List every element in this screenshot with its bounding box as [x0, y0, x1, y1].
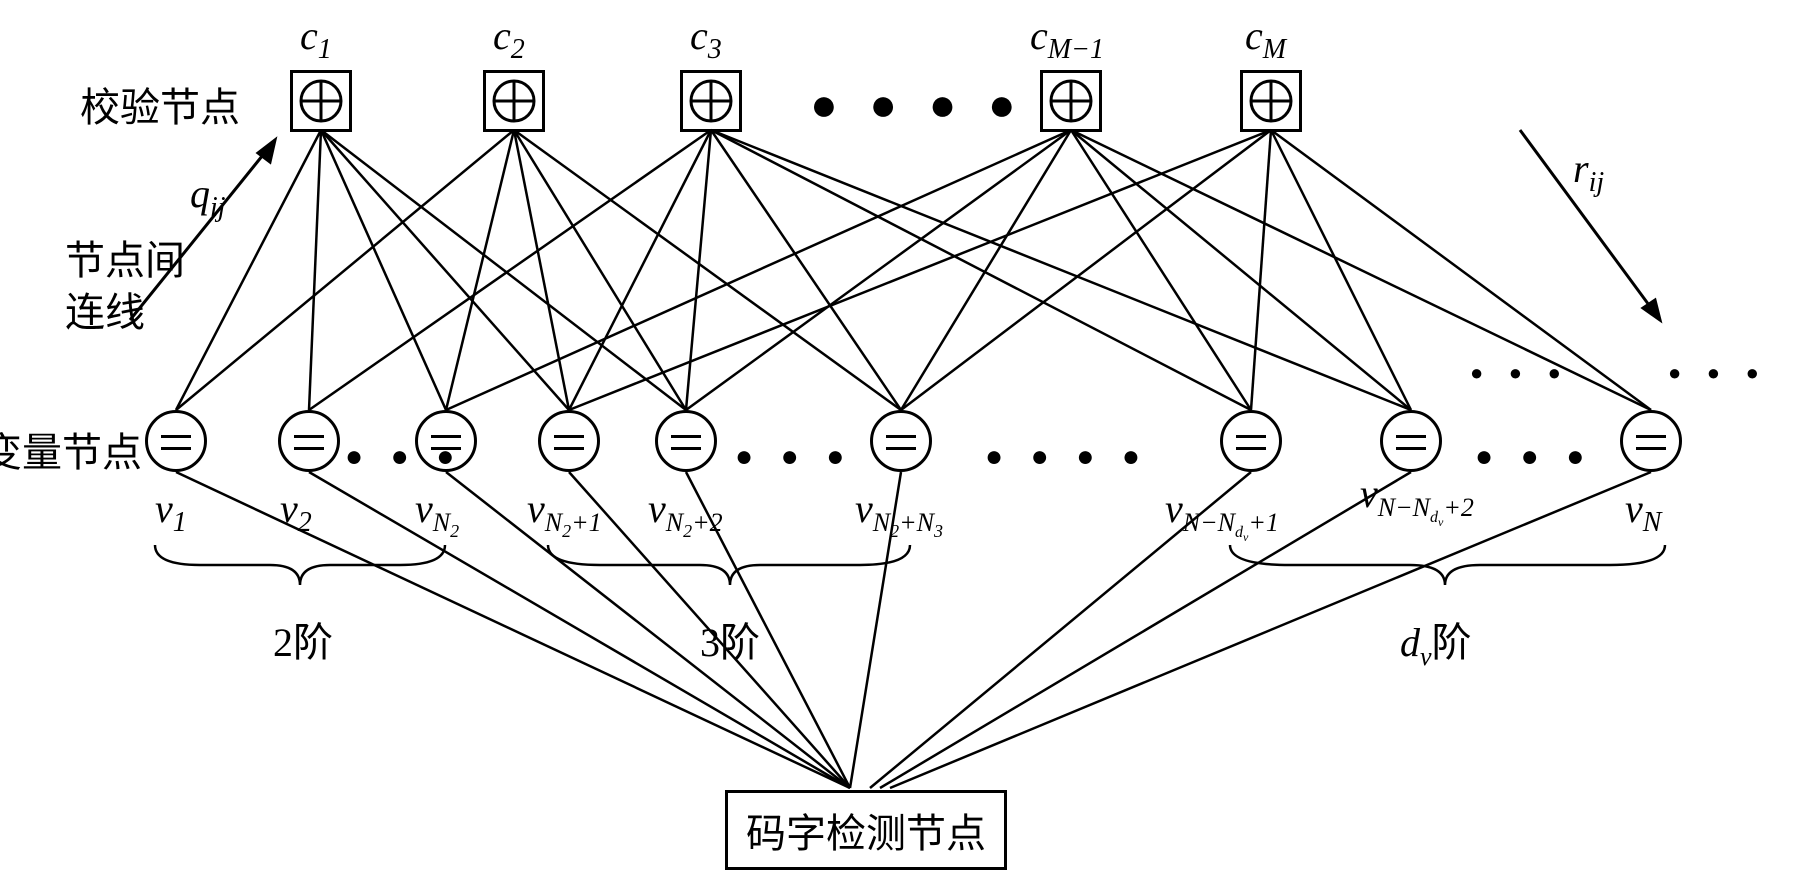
dots-edge-1: ● ● ●: [1470, 360, 1571, 386]
var-node-5: [655, 410, 717, 472]
codeword-detection-node: 码字检测节点: [725, 790, 1007, 870]
var-node-label-3: vN2: [415, 485, 459, 542]
group-label-3: dv阶: [1400, 610, 1472, 672]
check-node-2: [483, 70, 545, 132]
dots-edge-2: ● ● ●: [1668, 360, 1769, 386]
check-node-1: [290, 70, 352, 132]
var-node-7: [1220, 410, 1282, 472]
dots-var-4: ● ● ●: [1475, 440, 1594, 474]
var-row-label: 变量节点: [0, 420, 142, 478]
var-node-label-9: vN: [1625, 485, 1661, 539]
dots-var-1: ● ● ●: [345, 440, 464, 474]
var-node-label-1: v1: [155, 485, 187, 539]
check-node-3: [680, 70, 742, 132]
var-node-6: [870, 410, 932, 472]
check-node-4: [1040, 70, 1102, 132]
var-node-1: [145, 410, 207, 472]
var-node-label-5: vN2+2: [648, 485, 723, 542]
check-node-label-1: c1: [300, 12, 332, 66]
var-node-9: [1620, 410, 1682, 472]
var-node-label-7: vN−Ndv+1: [1165, 485, 1279, 545]
r-ij-label: rij: [1573, 145, 1604, 199]
var-node-4: [538, 410, 600, 472]
var-node-label-4: vN2+1: [527, 485, 602, 542]
var-node-label-6: vN2+N3: [855, 485, 943, 542]
var-node-label-8: vN−Ndv+2: [1360, 470, 1474, 530]
var-node-2: [278, 410, 340, 472]
dots-var-3: ● ● ● ●: [985, 440, 1150, 474]
check-node-label-5: cM: [1245, 12, 1286, 66]
var-node-label-2: v2: [280, 485, 312, 539]
q-ij-label: qij: [190, 170, 226, 224]
edge-label: 节点间 连线: [65, 235, 185, 339]
dots-check: ● ● ● ●: [810, 78, 1026, 131]
check-node-label-2: c2: [493, 12, 525, 66]
group-label-2: 3阶: [700, 610, 760, 668]
check-row-label: 校验节点: [80, 75, 240, 133]
group-label-1: 2阶: [273, 610, 333, 668]
check-node-label-3: c3: [690, 12, 722, 66]
var-node-8: [1380, 410, 1442, 472]
dots-var-2: ● ● ●: [735, 440, 854, 474]
check-node-5: [1240, 70, 1302, 132]
check-node-label-4: cM−1: [1030, 12, 1104, 66]
